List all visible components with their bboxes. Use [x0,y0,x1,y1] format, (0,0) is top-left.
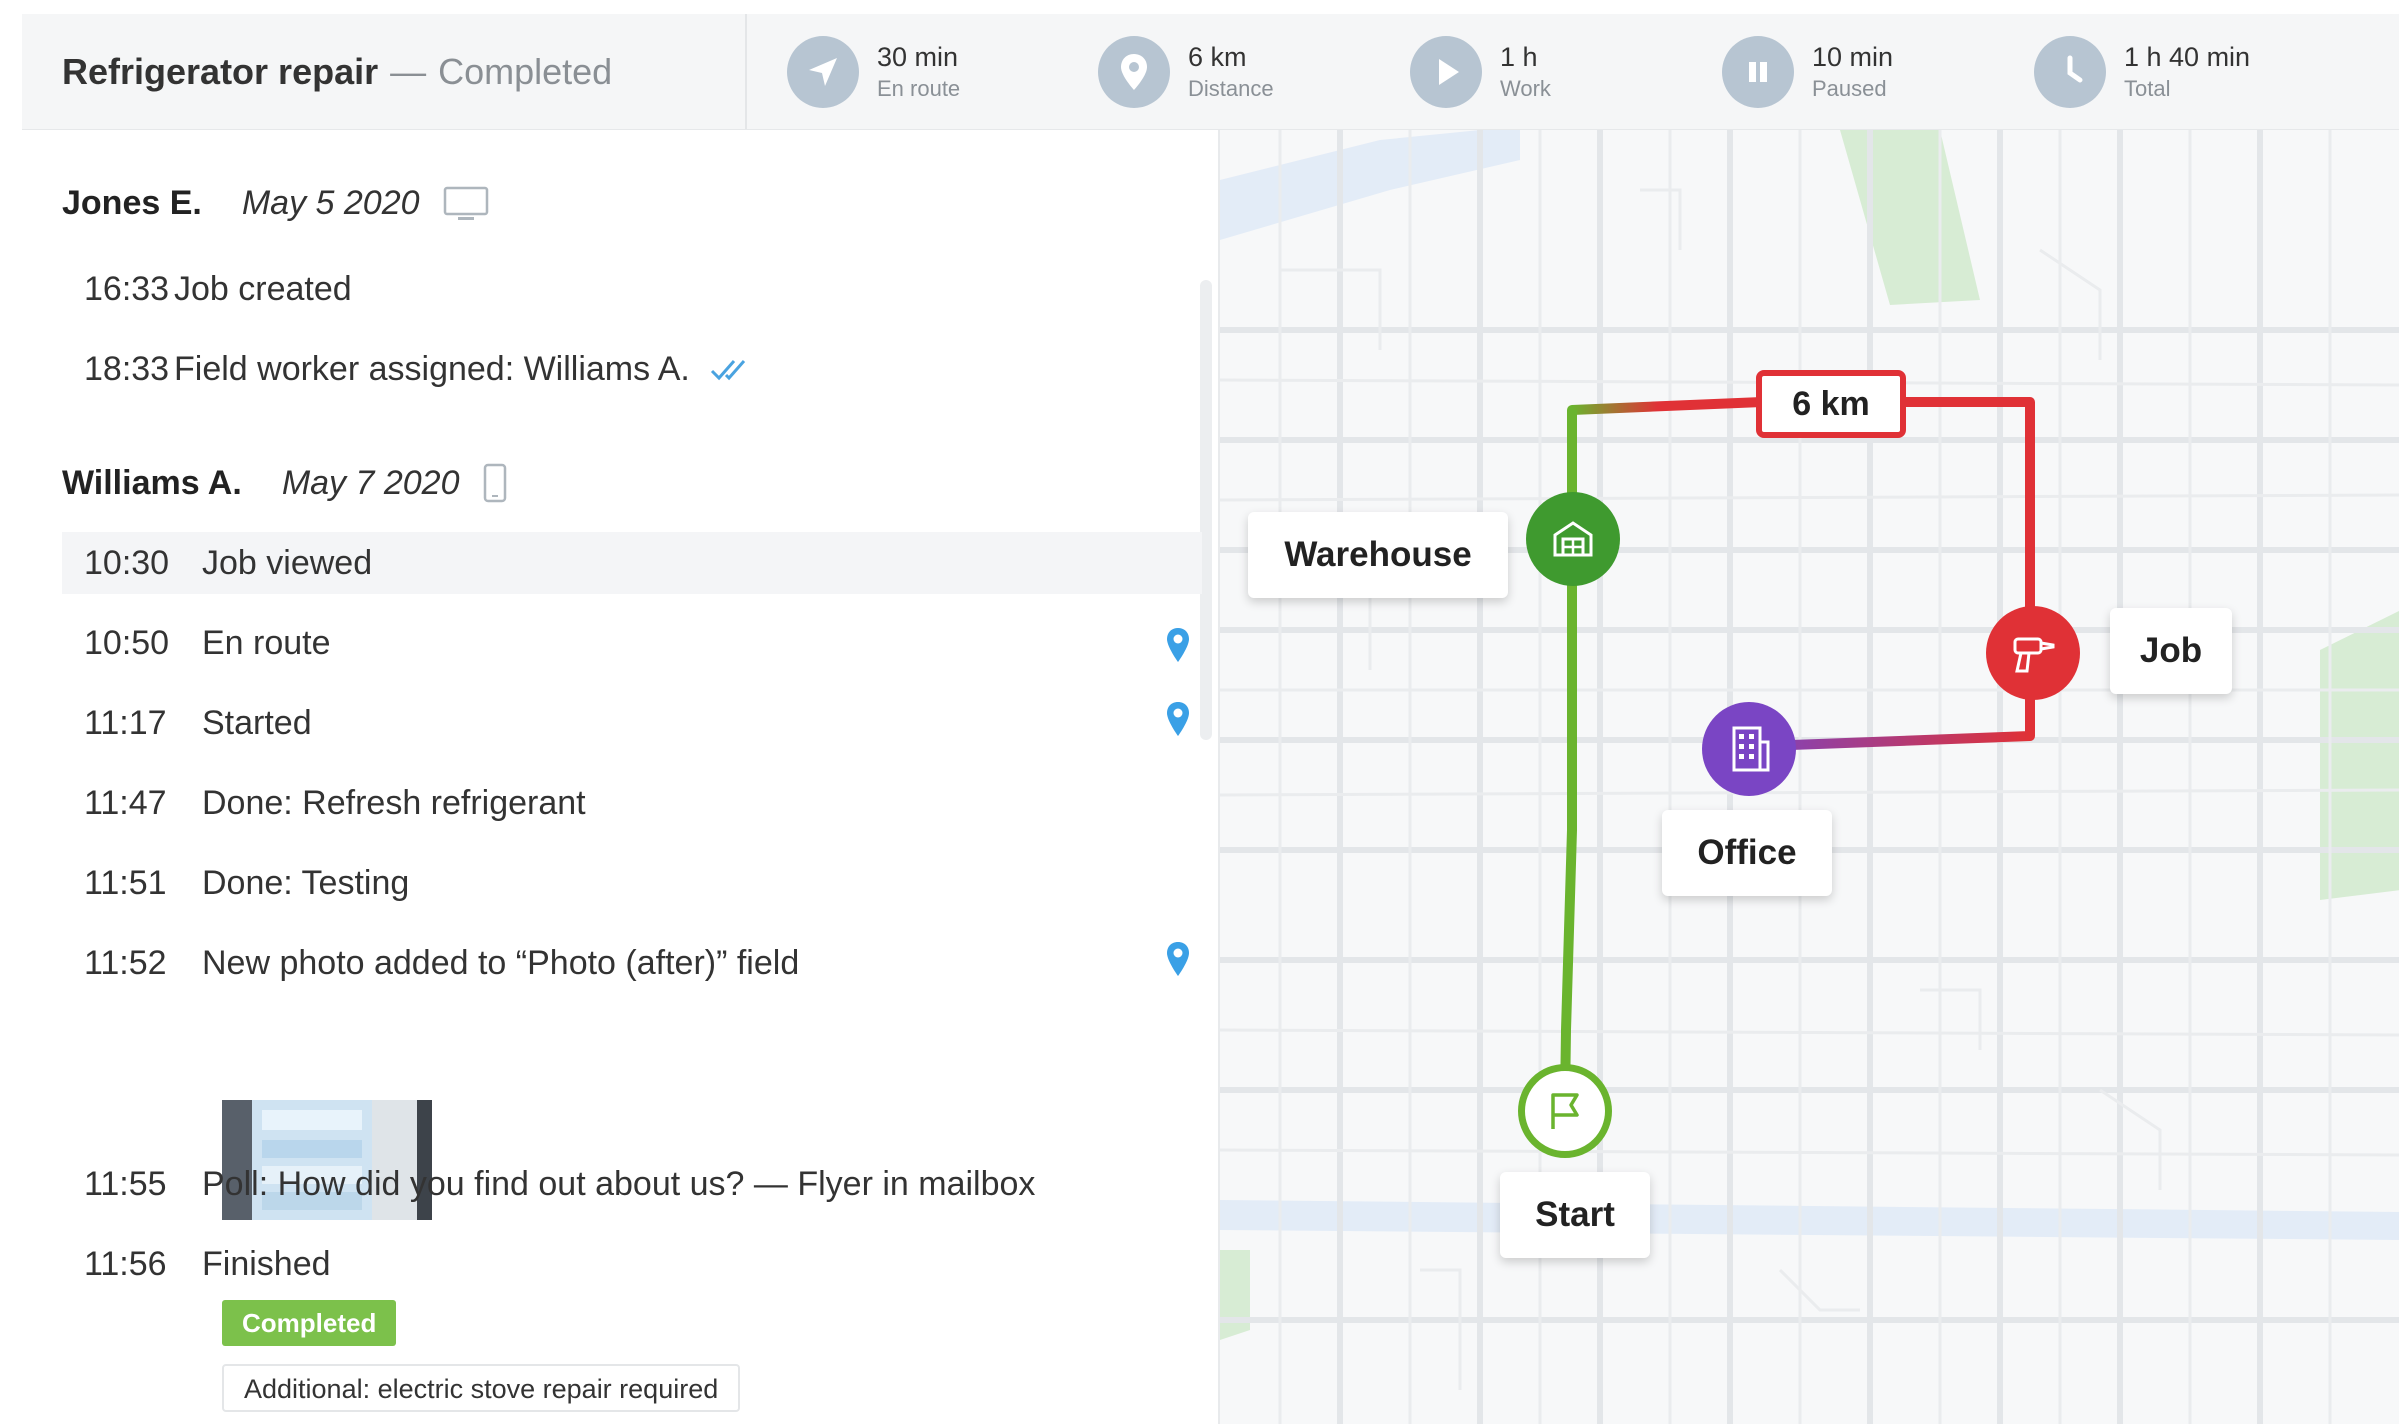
log-entry: 11:52 New photo added to “Photo (after)”… [62,932,1202,994]
log-group-header: Williams A. May 7 2020 [62,463,509,503]
log-date: May 7 2020 [281,463,460,502]
log-group-header: Jones E. May 5 2020 [62,184,490,223]
stat-paused: 10 min Paused [1722,32,1893,112]
mobile-icon [481,463,509,503]
place-label-start[interactable]: Start [1500,1172,1650,1258]
pause-icon [1722,36,1794,108]
flag-icon[interactable] [1518,1064,1612,1158]
entry-time: 11:55 [84,1164,167,1203]
stat-value: 10 min [1812,42,1894,72]
play-icon [1410,36,1482,108]
double-check-icon [710,357,754,381]
stat-distance: 6 km Distance [1098,32,1274,112]
entry-text: Job viewed [202,543,373,582]
user-name: Jones E. [62,184,202,222]
entry-text: Finished [202,1244,331,1283]
entry-text: Poll: How did you find out about us? — F… [202,1164,1036,1203]
place-label-warehouse[interactable]: Warehouse [1248,512,1508,598]
clock-icon [2034,36,2106,108]
entry-text: Field worker assigned: Williams A. [174,349,690,388]
stat-label: En route [877,76,961,101]
navigation-arrow-icon [787,36,859,108]
job-title: Refrigerator repair [62,50,379,92]
log-entry: 11:56 Finished [62,1233,1202,1295]
log-entry: 11:51 Done: Testing [62,852,1202,914]
stat-value: 1 h 40 min [2124,42,2251,72]
entry-text: Done: Refresh refrigerant [202,783,586,822]
location-pin-icon[interactable] [1164,940,1192,987]
office-building-icon[interactable] [1702,702,1796,796]
user-name: Williams A. [62,463,242,502]
log-date: May 5 2020 [241,184,420,222]
entry-text: New photo added to “Photo (after)” field [202,943,800,982]
activity-log[interactable]: Jones E. May 5 2020 16:33 Job created 18… [22,130,1218,1424]
stat-label: Paused [1812,76,1887,101]
stat-en-route: 30 min En route [787,32,960,112]
log-entry: 10:50 En route [62,612,1202,674]
location-pin-icon [1098,36,1170,108]
place-label-job[interactable]: Job [2110,608,2232,694]
stat-work: 1 h Work [1410,32,1551,112]
distance-label: 6 km [1756,370,1906,438]
job-summary-header: Refrigerator repair — Completed 30 min E… [22,14,2399,130]
stat-total: 1 h 40 min Total [2034,32,2250,112]
entry-time: 11:17 [84,703,167,742]
stat-label: Distance [1188,76,1274,101]
entry-text: Started [202,703,312,742]
warehouse-icon[interactable] [1526,492,1620,586]
entry-time: 16:33 [84,269,170,308]
entry-time: 11:52 [84,943,167,982]
stat-value: 6 km [1188,42,1247,72]
desktop-icon [442,186,490,222]
location-pin-icon[interactable] [1164,700,1192,747]
log-entry: 10:30 Job viewed [62,532,1202,594]
log-entry: 18:33 Field worker assigned: Williams A. [62,338,1202,400]
stat-label: Total [2124,76,2171,101]
entry-text: Job created [174,269,352,308]
job-title-block: Refrigerator repair — Completed [22,14,747,129]
title-separator: — [390,50,427,92]
entry-time: 10:30 [84,543,170,582]
location-pin-icon[interactable] [1164,626,1192,673]
stat-value: 30 min [877,42,959,72]
route-map[interactable]: 6 km Warehouse Job Office Start [1218,130,2399,1424]
log-entry: 11:17 Started [62,692,1202,754]
entry-time: 10:50 [84,623,170,662]
entry-text: En route [202,623,331,662]
entry-time: 11:51 [84,863,167,902]
drill-icon[interactable] [1986,606,2080,700]
log-entry: 16:33 Job created [62,258,1202,320]
map-canvas [1220,130,2399,1424]
entry-time: 11:47 [84,783,167,822]
entry-time: 11:56 [84,1244,167,1283]
stat-label: Work [1500,76,1551,101]
stat-value: 1 h [1500,42,1538,72]
job-status: Completed [438,50,613,92]
place-label-office[interactable]: Office [1662,810,1832,896]
completed-badge: Completed [222,1300,397,1346]
entry-time: 18:33 [84,349,170,388]
log-entry: 11:47 Done: Refresh refrigerant [62,772,1202,834]
completion-note: Additional: electric stove repair requir… [222,1364,741,1412]
log-entry: 11:55 Poll: How did you find out about u… [62,1153,1202,1215]
app-window: Refrigerator repair — Completed 30 min E… [22,14,2399,1424]
entry-text: Done: Testing [202,863,410,902]
